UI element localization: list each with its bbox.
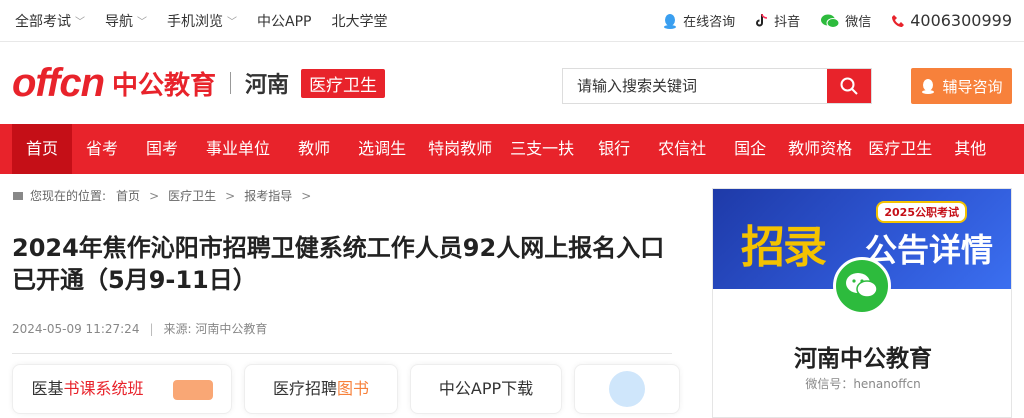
region-name: 河南: [245, 73, 290, 98]
logo-divider: [230, 72, 232, 94]
top-link-app[interactable]: 中公APP: [257, 11, 311, 31]
meta-divider: |: [149, 321, 154, 336]
promo-card-app[interactable]: 中公APP下载: [410, 364, 562, 414]
article-date: 2024-05-09 11:27:24: [12, 321, 140, 336]
chevron-down-icon: ﹀: [75, 17, 85, 28]
breadcrumb-separator: >: [301, 188, 312, 203]
top-link-pku[interactable]: 北大学堂: [331, 11, 387, 31]
nav-item[interactable]: 教师资格: [780, 124, 860, 174]
douyin-icon: [755, 13, 769, 29]
top-link-label: 北大学堂: [331, 13, 388, 30]
consult-label: 辅导咨询: [942, 77, 1003, 96]
logo-text[interactable]: 中公教育: [112, 65, 216, 102]
top-link-label: 手机浏览: [167, 13, 223, 30]
breadcrumb-separator: >: [149, 188, 160, 203]
article-source: 来源: 河南中公教育: [163, 322, 268, 336]
main-nav: 首页 省考 国考 事业单位 教师 选调生 特岗教师 三支一扶 银行 农信社 国企…: [0, 124, 1024, 174]
promo-card-books[interactable]: 医疗招聘图书: [244, 364, 398, 414]
search-input[interactable]: 请输入搜索关键词: [563, 69, 827, 103]
wechat-link[interactable]: 微信: [820, 11, 871, 30]
promo-card-label: 中公APP下载: [438, 379, 534, 398]
nav-item[interactable]: 特岗教师: [420, 124, 500, 174]
promo-card-label: 医基: [31, 379, 64, 398]
nav-item[interactable]: 农信社: [644, 124, 720, 174]
hotline[interactable]: 4006300999: [891, 11, 1012, 30]
top-bar-right: 在线咨询 抖音 微信 4006300999: [642, 11, 1012, 30]
promo-cards: 医基书课系统班 医疗招聘图书 中公APP下载: [12, 364, 692, 414]
online-consult-link[interactable]: 在线咨询: [662, 11, 735, 30]
logo-offcn[interactable]: offcn: [12, 61, 105, 106]
top-bar: 全部考试 ﹀ 导航 ﹀ 手机浏览 ﹀ 中公APP 北大学堂 在线咨询 抖音 微信 40…: [0, 0, 1024, 42]
top-link-mobile[interactable]: 手机浏览 ﹀: [167, 11, 237, 31]
penguin-icon: [662, 13, 678, 29]
wechat-icon: [833, 257, 891, 315]
search-button[interactable]: [827, 69, 871, 103]
top-link-label: 全部考试: [15, 13, 71, 30]
nav-item[interactable]: 国考: [132, 124, 192, 174]
nav-item[interactable]: 三支一扶: [500, 124, 584, 174]
douyin-label: 抖音: [774, 15, 801, 30]
top-link-all-exams[interactable]: 全部考试 ﹀: [15, 11, 85, 31]
consult-button[interactable]: 辅导咨询: [911, 68, 1012, 104]
search-icon: [840, 77, 858, 95]
top-link-nav[interactable]: 导航 ﹀: [105, 11, 147, 31]
promo-card-course[interactable]: 医基书课系统班: [12, 364, 232, 414]
promo-card-highlight: 图书: [337, 379, 370, 398]
phone-icon: [891, 14, 905, 28]
banner-year-badge: 2025公职考试: [876, 201, 967, 223]
online-consult-label: 在线咨询: [683, 15, 736, 30]
search-box: 请输入搜索关键词: [562, 68, 872, 104]
chevron-down-icon: ﹀: [227, 17, 237, 28]
divider: [12, 353, 672, 354]
nav-item[interactable]: 事业单位: [192, 124, 284, 174]
nav-item[interactable]: 医疗卫生: [860, 124, 940, 174]
breadcrumb-section[interactable]: 报考指导: [244, 187, 292, 204]
nav-item[interactable]: 教师: [284, 124, 344, 174]
nav-item[interactable]: 其他: [940, 124, 1000, 174]
promo-card-highlight: 书课系统班: [63, 379, 144, 398]
top-bar-left: 全部考试 ﹀ 导航 ﹀ 手机浏览 ﹀ 中公APP 北大学堂: [15, 11, 407, 31]
chevron-down-icon: ﹀: [137, 17, 147, 28]
nav-item[interactable]: 银行: [584, 124, 644, 174]
sidebar-wechat-card: 2025公职考试 招录 公告详情 河南中公教育 微信号：henanoffcn: [712, 188, 1012, 418]
top-link-label: 中公APP: [257, 13, 312, 30]
hotline-number: 4006300999: [910, 11, 1012, 30]
wechat-icon: [820, 13, 840, 29]
channel-badge[interactable]: 医疗卫生: [301, 68, 386, 98]
breadcrumb-prefix: 您现在的位置:: [30, 189, 107, 203]
douyin-link[interactable]: 抖音: [755, 11, 800, 30]
location-icon: [13, 191, 23, 200]
site-header: offcn 中公教育 河南 医疗卫生 请输入搜索关键词 辅导咨询: [0, 42, 1024, 124]
promo-card-label: 医疗招聘: [272, 379, 337, 398]
book-icon: [172, 379, 213, 400]
nav-item[interactable]: 国企: [720, 124, 780, 174]
banner-subheadline: 公告详情: [865, 231, 994, 269]
article-title: 2024年焦作沁阳市招聘卫健系统工作人员92人网上报名入口已开通（5月9-11日…: [12, 234, 665, 294]
breadcrumb-separator: >: [225, 188, 236, 203]
breadcrumb-channel[interactable]: 医疗卫生: [168, 187, 216, 204]
nav-item[interactable]: 选调生: [344, 124, 420, 174]
nav-item[interactable]: 省考: [72, 124, 132, 174]
wechat-id: 微信号：henanoffcn: [805, 377, 921, 391]
nav-item-home[interactable]: 首页: [12, 124, 73, 174]
top-link-label: 导航: [105, 13, 133, 30]
wechat-label: 微信: [845, 15, 872, 30]
banner-headline: 招录: [741, 222, 827, 273]
chat-icon: [609, 371, 645, 407]
account-name: 河南中公教育: [794, 346, 932, 372]
penguin-icon: [922, 79, 935, 94]
article-meta: 2024-05-09 11:27:24 | 来源: 河南中公教育: [12, 320, 267, 337]
promo-card-chat[interactable]: [574, 364, 680, 414]
breadcrumb: 您现在的位置: 首页 > 医疗卫生 > 报考指导 >: [12, 187, 320, 204]
breadcrumb-home[interactable]: 首页: [116, 187, 140, 204]
